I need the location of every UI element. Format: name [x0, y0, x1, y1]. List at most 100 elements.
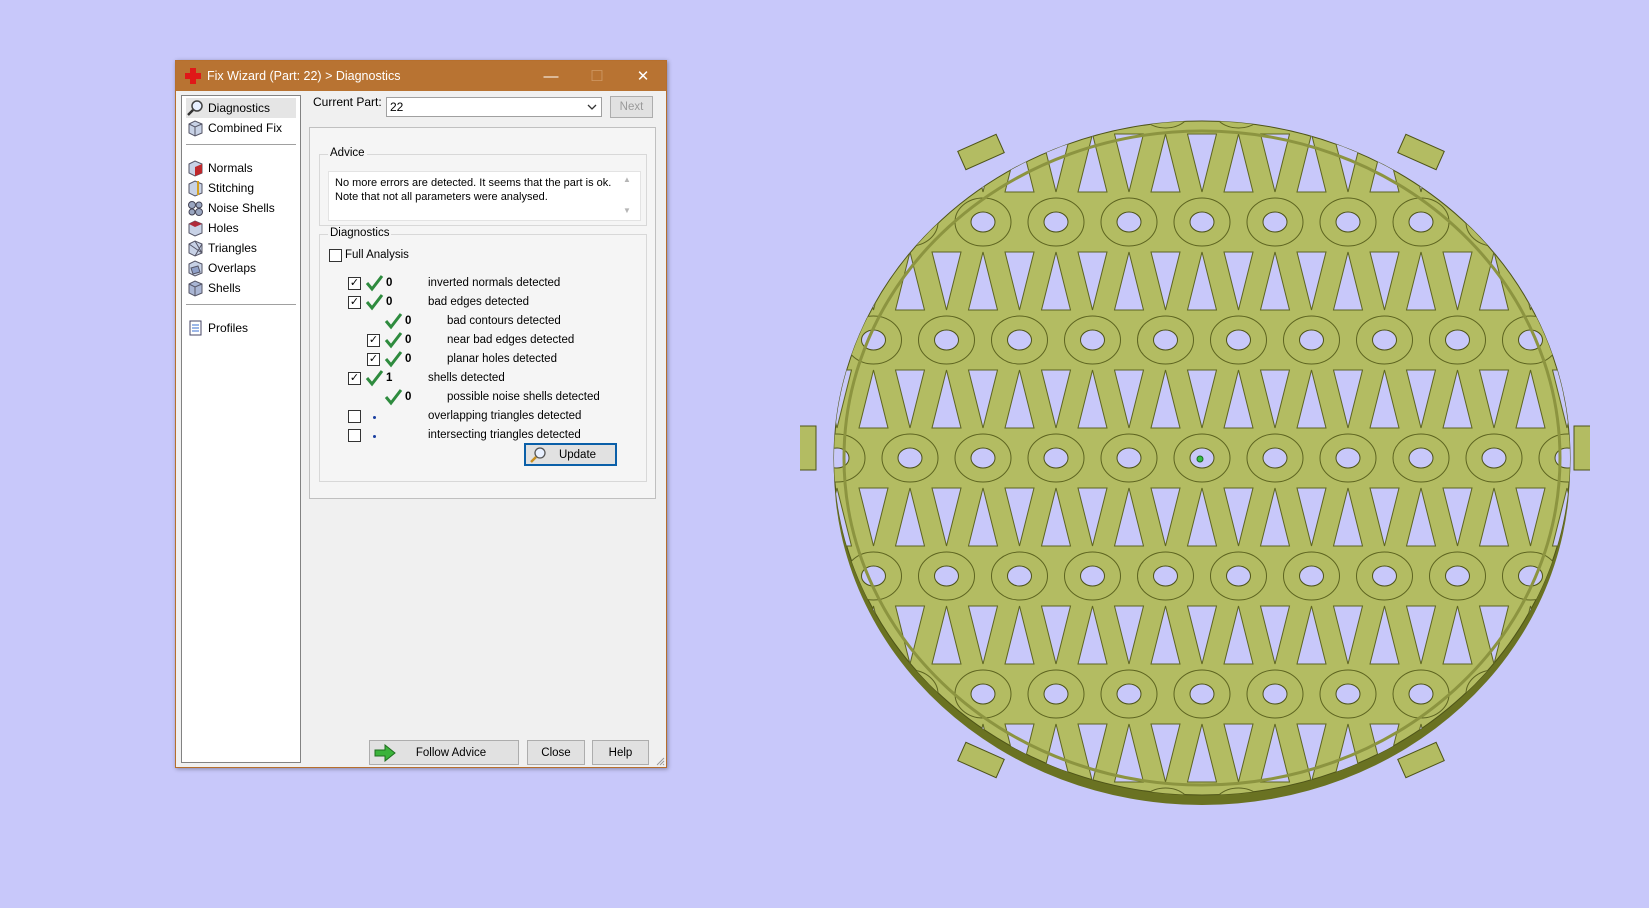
row-checkbox[interactable]: ✓	[367, 334, 380, 347]
row-label: inverted normals detected	[428, 277, 561, 289]
row-count: 0	[405, 353, 412, 365]
round-hole	[1446, 802, 1470, 822]
noise-shells-icon	[186, 199, 204, 217]
round-hole	[1154, 802, 1178, 822]
magnifier-icon	[186, 99, 204, 117]
row-label: intersecting triangles detected	[428, 429, 581, 441]
triangle-cutout	[1551, 723, 1570, 783]
chevron-down-icon	[587, 100, 597, 117]
triangle-cutout	[931, 723, 962, 783]
row-checkbox[interactable]	[348, 429, 361, 442]
sidebar-item-combined-fix[interactable]: Combined Fix	[186, 118, 282, 138]
triangle-cutout	[1442, 723, 1473, 783]
triangle-cutout	[1589, 488, 1590, 546]
round-hole	[800, 330, 813, 350]
sidebar-item-profiles[interactable]: Profiles	[186, 318, 248, 338]
round-hole	[1007, 565, 1032, 587]
ring-boss	[834, 669, 866, 719]
diagnostics-title: Diagnostics	[328, 227, 392, 239]
round-hole	[1335, 211, 1361, 233]
round-hole	[1153, 329, 1178, 351]
holes-icon	[186, 219, 204, 237]
round-hole	[1008, 802, 1032, 822]
title-bar[interactable]: Fix Wizard (Part: 22) > Diagnostics — ☐ …	[176, 61, 666, 91]
close-button[interactable]: Close	[527, 740, 585, 765]
update-button[interactable]: Update	[524, 443, 617, 466]
round-hole	[1080, 565, 1105, 587]
model-tab	[1573, 425, 1590, 471]
ring-boss	[1576, 110, 1591, 128]
round-hole	[1043, 211, 1069, 233]
minimize-button[interactable]: —	[528, 61, 574, 91]
magnifier-icon	[530, 446, 546, 463]
next-button[interactable]: Next	[610, 96, 653, 118]
round-hole	[897, 211, 923, 233]
sidebar-item-label: Holes	[208, 221, 239, 235]
follow-advice-button[interactable]: Follow Advice	[369, 740, 519, 765]
sidebar-item-normals[interactable]: Normals	[186, 158, 253, 178]
ring-boss	[1429, 787, 1486, 795]
sidebar-item-shells[interactable]: Shells	[186, 278, 241, 298]
ring-boss	[1576, 552, 1591, 600]
current-part-select[interactable]: 22	[386, 97, 602, 117]
triangle-cutout	[858, 133, 889, 193]
round-hole	[800, 566, 813, 586]
scroll-up-icon: ▲	[623, 175, 631, 184]
sidebar-item-stitching[interactable]: Stitching	[186, 178, 254, 198]
round-hole	[1081, 802, 1105, 822]
sidebar-item-holes[interactable]: Holes	[186, 218, 239, 238]
round-hole	[897, 447, 923, 469]
maximize-button[interactable]: ☐	[574, 61, 620, 91]
row-checkbox[interactable]	[348, 410, 361, 423]
help-button[interactable]: Help	[592, 740, 649, 765]
triangle-cutout	[834, 723, 853, 783]
advice-scrollbar[interactable]: ▲ ▼	[620, 173, 634, 217]
sidebar-item-label: Stitching	[208, 181, 255, 195]
round-hole	[934, 565, 959, 587]
round-hole	[1189, 683, 1215, 705]
3d-model-grate[interactable]	[800, 110, 1590, 840]
triangle-cutout	[800, 488, 815, 546]
triangle-cutout	[800, 724, 815, 782]
row-checkbox[interactable]: ✓	[348, 296, 361, 309]
triangle-cutout	[1478, 723, 1510, 783]
round-hole	[935, 110, 959, 114]
round-hole	[1300, 802, 1324, 822]
round-hole	[1554, 683, 1570, 705]
advice-text: No more errors are detected. It seems th…	[328, 171, 641, 221]
close-window-button[interactable]: ✕	[620, 61, 666, 91]
ring-boss	[1064, 121, 1121, 129]
shells-icon	[186, 279, 204, 297]
ring-boss	[1356, 121, 1413, 129]
sidebar-item-triangles[interactable]: Triangles	[186, 238, 257, 258]
window-title: Fix Wizard (Part: 22) > Diagnostics	[207, 69, 401, 83]
green-check-icon	[384, 313, 403, 330]
resize-grip-icon[interactable]	[655, 756, 665, 766]
round-hole	[1116, 683, 1142, 705]
ring-boss	[1356, 787, 1413, 795]
ring-boss	[1283, 121, 1340, 129]
update-label: Update	[558, 448, 597, 461]
round-hole	[1445, 329, 1470, 351]
round-hole	[935, 802, 959, 822]
round-hole	[1481, 683, 1507, 705]
sidebar-item-diagnostics[interactable]: Diagnostics	[186, 98, 296, 118]
round-hole	[970, 211, 996, 233]
pending-dot-icon	[373, 435, 376, 438]
row-checkbox[interactable]: ✓	[348, 277, 361, 290]
triangle-cutout	[834, 605, 853, 665]
round-hole	[1008, 110, 1032, 114]
full-analysis-checkbox[interactable]	[329, 249, 342, 262]
row-checkbox[interactable]: ✓	[348, 372, 361, 385]
sidebar-item-noise-shells[interactable]: Noise Shells	[186, 198, 275, 218]
row-checkbox[interactable]: ✓	[367, 353, 380, 366]
stitching-icon	[186, 179, 204, 197]
round-hole	[1043, 447, 1069, 469]
ring-boss	[1502, 787, 1559, 795]
sidebar-item-label: Profiles	[208, 321, 249, 335]
pending-dot-icon	[373, 416, 376, 419]
triangle-cutout	[1589, 252, 1590, 310]
ring-boss	[800, 110, 829, 128]
sidebar-item-overlaps[interactable]: Overlaps	[186, 258, 256, 278]
round-hole	[897, 683, 923, 705]
